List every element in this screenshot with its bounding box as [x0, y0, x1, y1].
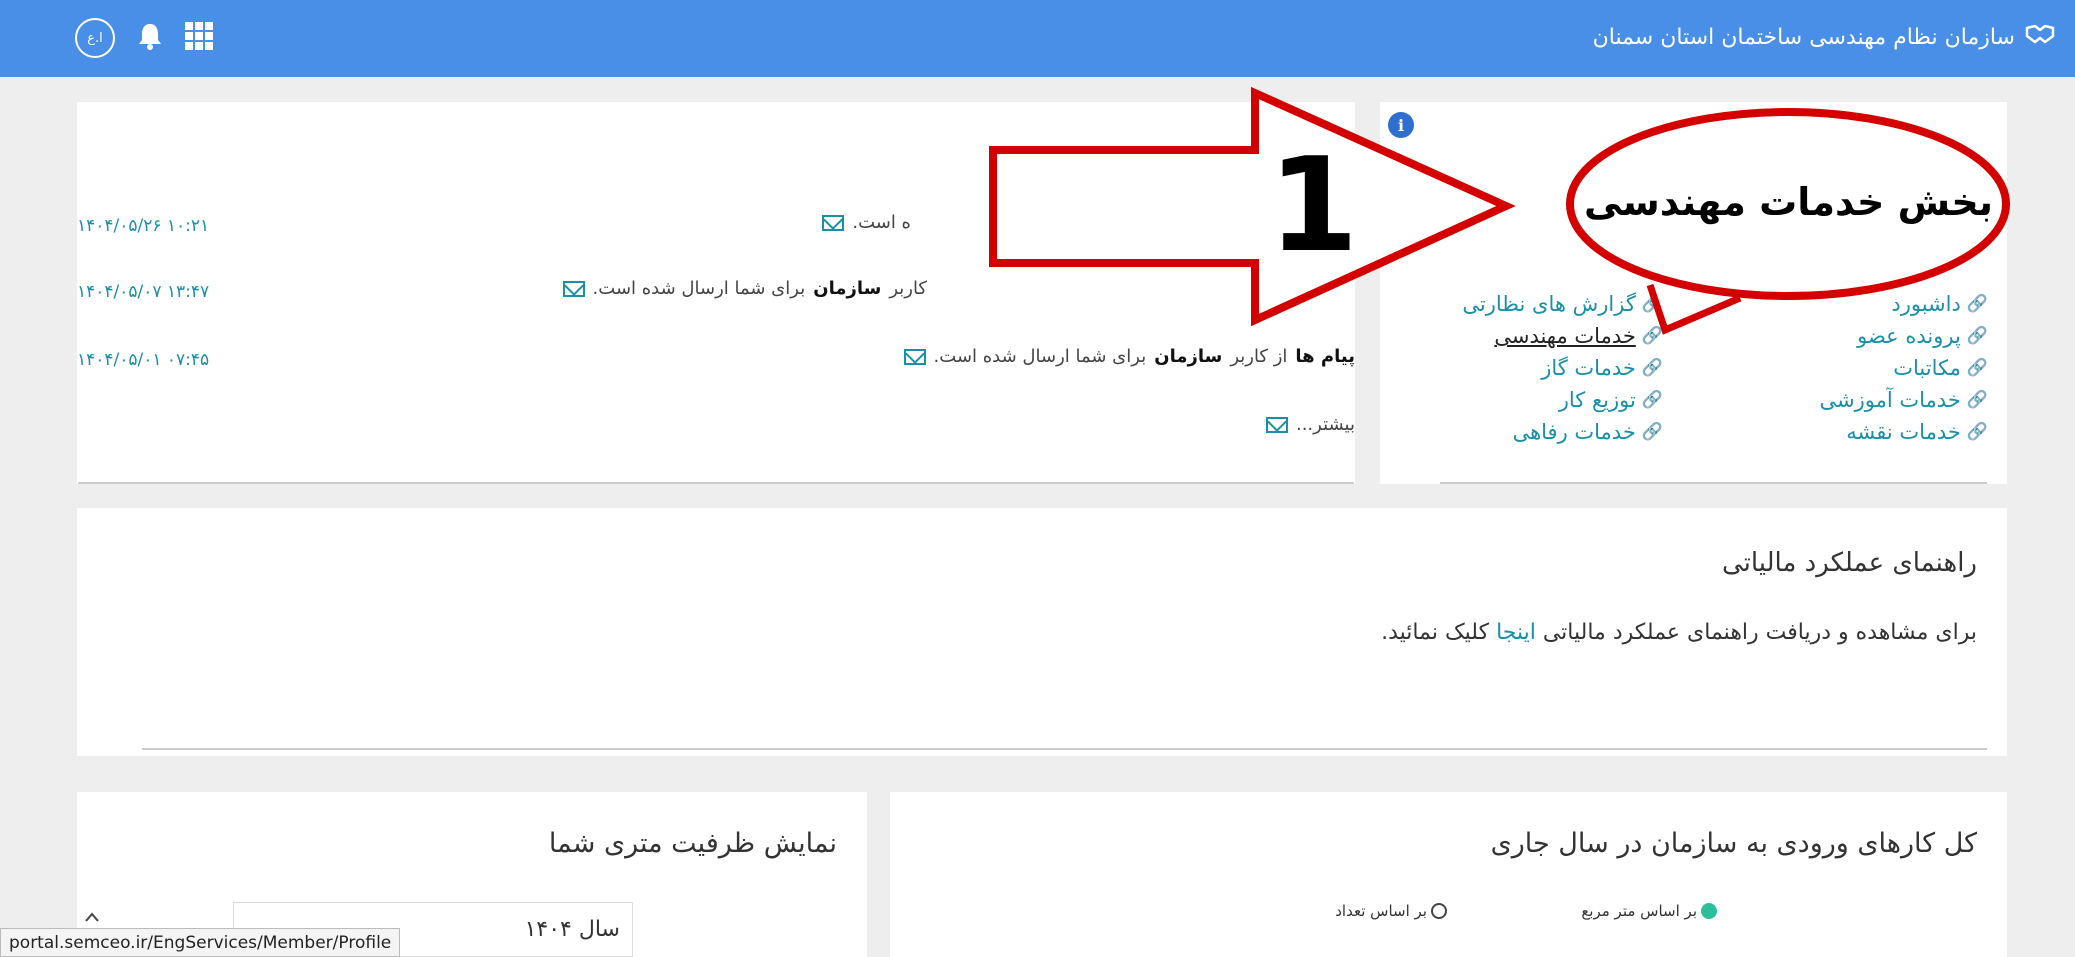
panel-divider	[78, 482, 1354, 484]
link-welfare-services[interactable]: 🔗 خدمات رفاهی	[1462, 416, 1663, 448]
radio-dot-selected	[1701, 903, 1717, 919]
panel-divider	[1440, 482, 1987, 484]
annotation-step-number: 1	[1268, 129, 1359, 281]
link-map-services[interactable]: 🔗 خدمات نقشه	[1820, 416, 1988, 448]
bell-icon[interactable]	[137, 22, 163, 54]
radio-dot	[1431, 903, 1447, 919]
link-icon: 🔗	[1966, 358, 1988, 378]
envelope-icon	[562, 280, 585, 297]
quick-links-column-left: 🔗 گزارش های نظارتی 🔗 خدمات مهندسی 🔗 خدمات گ…	[1462, 288, 1663, 448]
panel-divider	[142, 748, 1987, 750]
link-icon: 🔗	[1966, 294, 1988, 314]
incoming-works-title: کل کارهای ورودی به سازمان در سال جاری	[1490, 828, 1977, 859]
link-icon: 🔗	[1641, 294, 1663, 314]
capacity-title: نمایش ظرفیت متری شما	[548, 828, 837, 859]
message-row[interactable]: ه است. ۱۴۰۴/۰۵/۲۶ ۱۰:۲۱	[77, 212, 1355, 244]
year-label: سال ۱۴۰۴	[524, 917, 620, 942]
incoming-works-panel: کل کارهای ورودی به سازمان در سال جاری بر…	[890, 792, 2007, 957]
radio-by-area[interactable]: بر اساس متر مربع	[1581, 902, 1717, 920]
tax-guide-text: برای مشاهده و دریافت راهنمای عملکرد مالی…	[1381, 620, 1977, 645]
link-dashboard[interactable]: 🔗 داشبورد	[1820, 288, 1988, 320]
more-messages-link[interactable]: بیشتر...	[77, 414, 1355, 446]
link-icon: 🔗	[1641, 422, 1663, 442]
link-icon: 🔗	[1641, 326, 1663, 346]
scroll-top-button[interactable]	[84, 904, 100, 928]
link-engineering-services[interactable]: 🔗 خدمات مهندسی	[1462, 320, 1663, 352]
handshake-icon	[2025, 22, 2055, 52]
site-title: سازمان نظام مهندسی ساختمان استان سمنان	[1592, 24, 2015, 50]
message-date: ۱۴۰۴/۰۵/۲۶ ۱۰:۲۱	[77, 216, 210, 236]
message-date: ۱۴۰۴/۰۵/۰۱ ۰۷:۴۵	[77, 350, 210, 370]
messages-panel: ه است. ۱۴۰۴/۰۵/۲۶ ۱۰:۲۱ کاربر سازمان برا…	[77, 102, 1355, 484]
annotation-callout-text: بخش خدمات مهندسی	[1583, 180, 1993, 224]
info-icon[interactable]: i	[1388, 112, 1414, 138]
apps-grid-icon[interactable]	[185, 22, 213, 54]
message-date: ۱۴۰۴/۰۵/۰۷ ۱۳:۴۷	[77, 282, 210, 302]
link-icon: 🔗	[1966, 326, 1988, 346]
user-avatar-button[interactable]: ا.ع	[75, 18, 115, 58]
envelope-icon	[903, 348, 926, 365]
message-row[interactable]: کاربر سازمان برای شما ارسال شده است. ۱۴۰…	[77, 278, 1355, 310]
brand[interactable]: سازمان نظام مهندسی ساختمان استان سمنان	[1593, 22, 2055, 52]
link-correspondence[interactable]: 🔗 مکاتبات	[1820, 352, 1988, 384]
top-bar: سازمان نظام مهندسی ساختمان استان سمنان ا…	[0, 0, 2075, 77]
link-icon: 🔗	[1641, 358, 1663, 378]
envelope-icon	[822, 214, 845, 231]
link-work-distribution[interactable]: 🔗 توزیع کار	[1462, 384, 1663, 416]
link-icon: 🔗	[1641, 390, 1663, 410]
link-icon: 🔗	[1966, 390, 1988, 410]
envelope-icon	[1265, 416, 1288, 433]
link-education-services[interactable]: 🔗 خدمات آموزشی	[1820, 384, 1988, 416]
message-row[interactable]: پیام ها از کاربر سازمان برای شما ارسال ش…	[77, 346, 1355, 378]
quick-links-column-right: 🔗 داشبورد 🔗 پرونده عضو 🔗 مکاتبات 🔗 خدمات آمو…	[1820, 288, 1988, 448]
tax-guide-title: راهنمای عملکرد مالیاتی	[1721, 548, 1977, 578]
link-gas-services[interactable]: 🔗 خدمات گاز	[1462, 352, 1663, 384]
link-member-file[interactable]: 🔗 پرونده عضو	[1820, 320, 1988, 352]
tax-guide-link[interactable]: اینجا	[1496, 620, 1536, 645]
link-icon: 🔗	[1966, 422, 1988, 442]
status-url: portal.semceo.ir/EngServices/Member/Prof…	[0, 928, 401, 957]
link-supervision-reports[interactable]: 🔗 گزارش های نظارتی	[1462, 288, 1663, 320]
tax-guide-panel: راهنمای عملکرد مالیاتی برای مشاهده و دری…	[77, 508, 2007, 756]
radio-by-count[interactable]: بر اساس تعداد	[1335, 902, 1447, 920]
